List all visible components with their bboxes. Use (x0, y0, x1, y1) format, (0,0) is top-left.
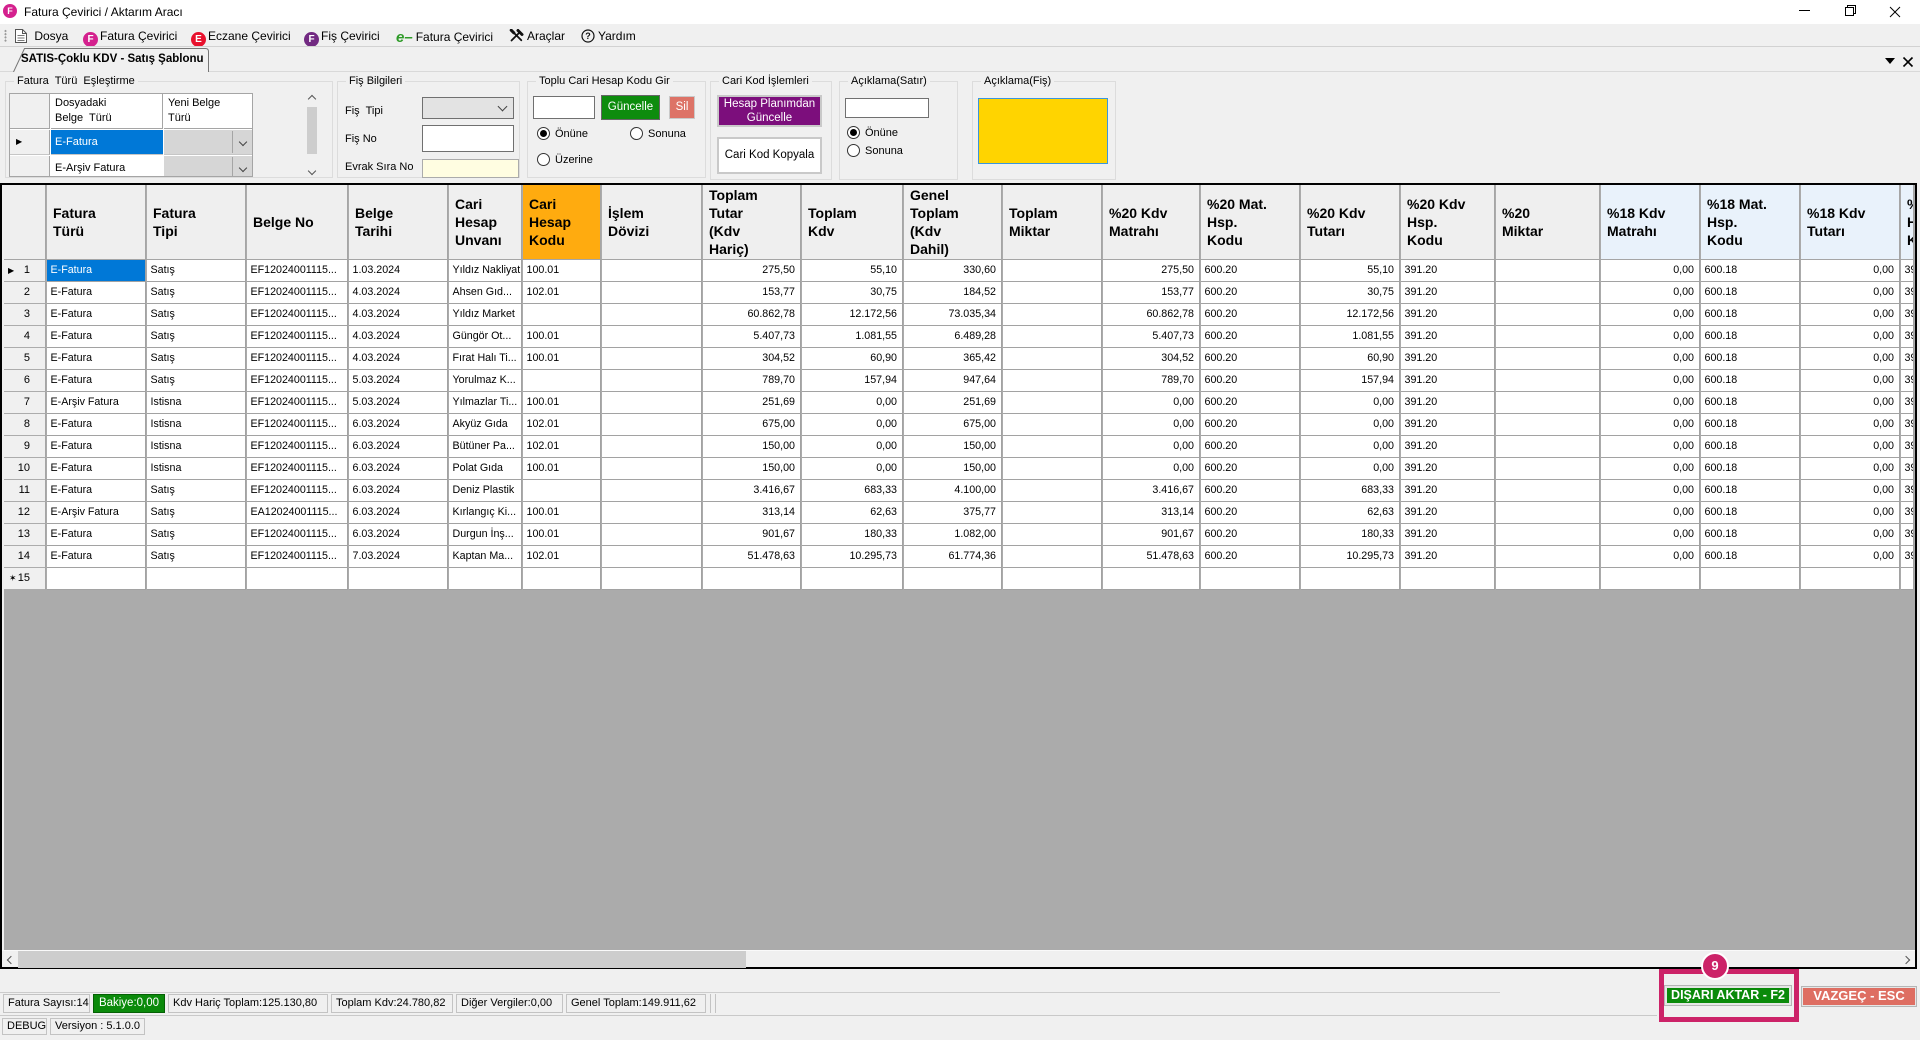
svg-text:?: ? (585, 31, 591, 41)
